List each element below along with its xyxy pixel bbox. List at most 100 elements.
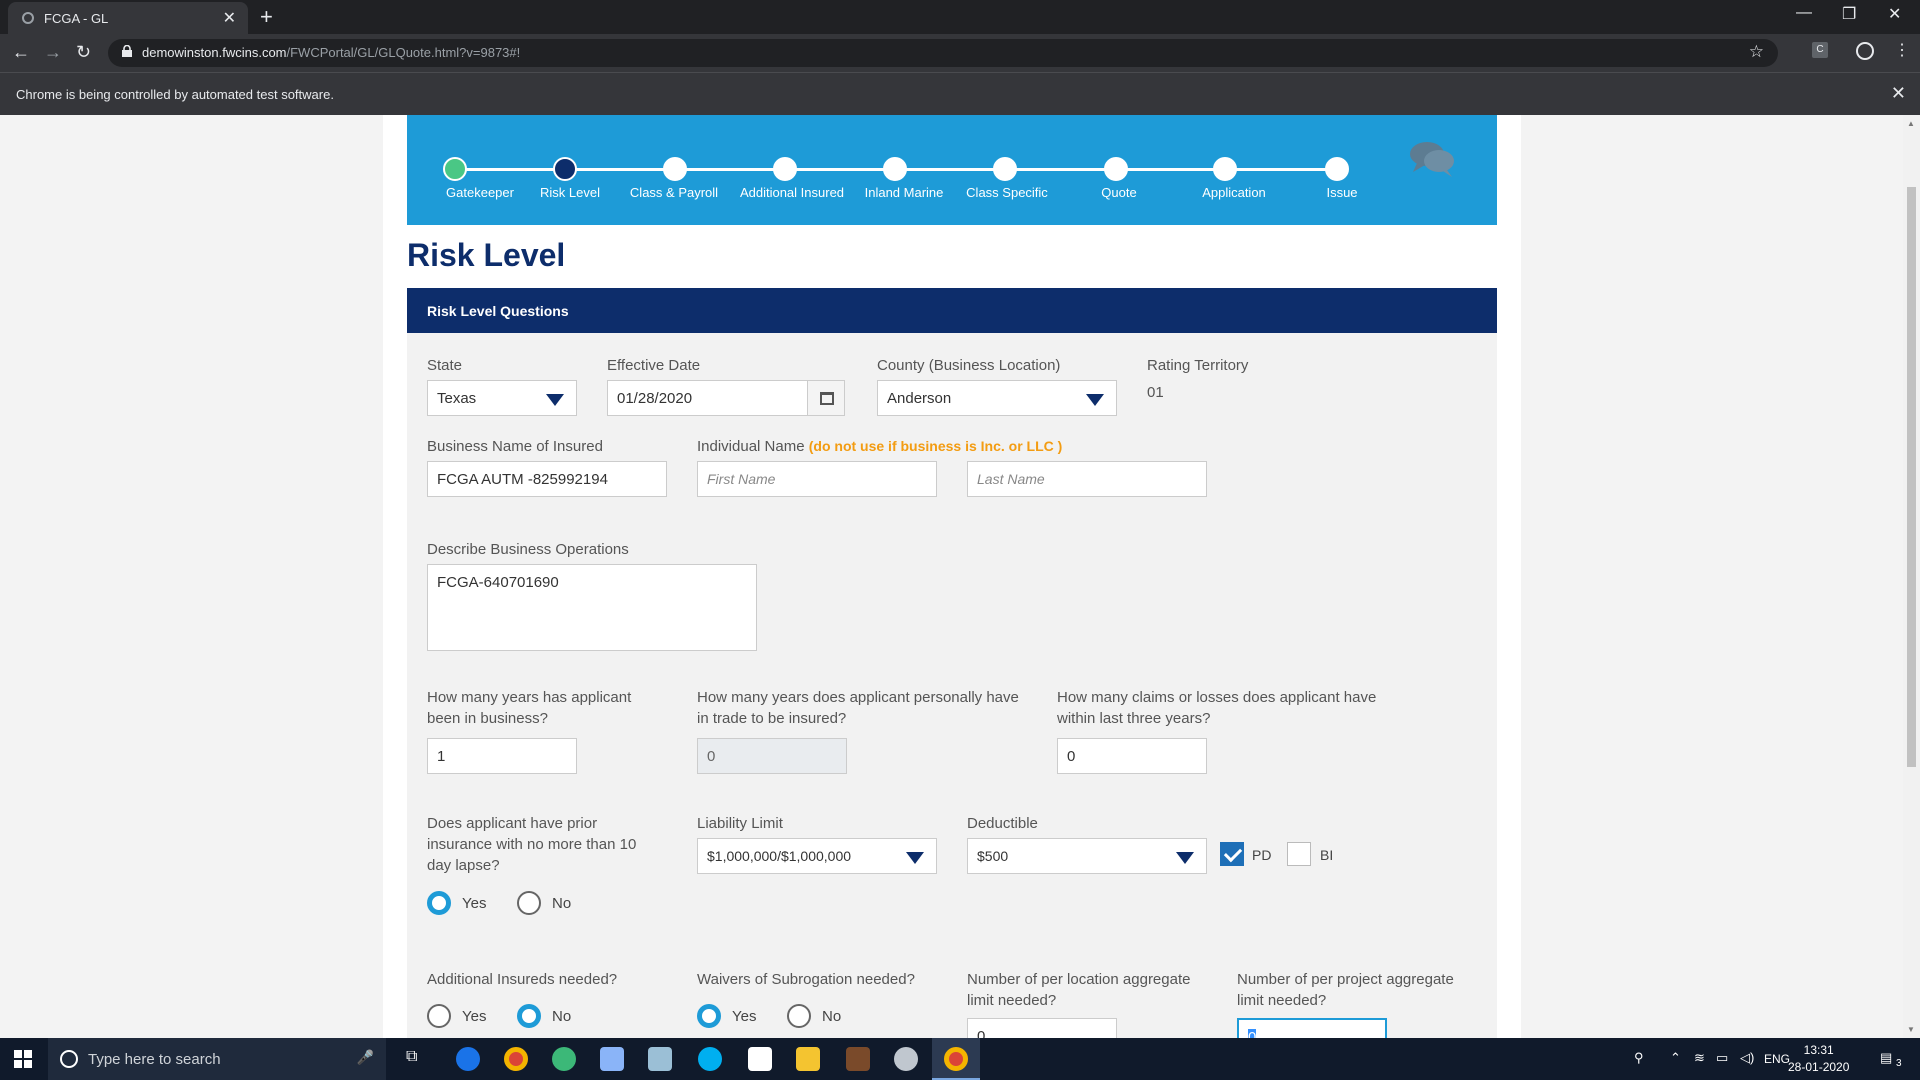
notification-count: 3 xyxy=(1896,1058,1902,1069)
operations-value: FCGA-640701690 xyxy=(437,574,559,591)
liability-limit-select[interactable]: $1,000,000/$1,000,000 xyxy=(697,838,937,874)
step-label-class-specific[interactable]: Class Specific xyxy=(942,185,1072,200)
forward-icon[interactable]: → xyxy=(44,42,62,63)
game-icon[interactable] xyxy=(846,1047,870,1071)
automation-infobar: Chrome is being controlled by automated … xyxy=(0,72,1920,115)
taskbar-search[interactable]: Type here to search 🎤 xyxy=(48,1038,386,1080)
calendar-button[interactable] xyxy=(807,380,845,416)
years-business-input[interactable]: 1 xyxy=(427,738,577,774)
scroll-thumb[interactable] xyxy=(1907,187,1916,767)
step-label-quote[interactable]: Quote xyxy=(1054,185,1184,200)
step-dot-additional-insured[interactable] xyxy=(773,157,797,181)
step-dot-quote[interactable] xyxy=(1104,157,1128,181)
business-name-input[interactable]: FCGA AUTM -825992194 xyxy=(427,461,667,497)
step-dot-class-specific[interactable] xyxy=(993,157,1017,181)
close-tab-icon[interactable]: ✕ xyxy=(223,8,236,28)
chrome-active-icon[interactable] xyxy=(944,1047,968,1071)
effective-date-input[interactable]: 01/28/2020 xyxy=(607,380,809,416)
section-title: Risk Level Questions xyxy=(427,303,569,319)
waivers-no-label[interactable]: No xyxy=(822,1008,841,1025)
deductible-select[interactable]: $500 xyxy=(967,838,1207,874)
waivers-yes-label[interactable]: Yes xyxy=(732,1008,756,1025)
infobar-close-icon[interactable]: ✕ xyxy=(1891,83,1906,104)
scroll-up-icon[interactable]: ▲ xyxy=(1907,119,1915,128)
claims-label: How many claims or losses does applicant… xyxy=(1057,689,1377,727)
photos-icon[interactable] xyxy=(748,1047,772,1071)
tray-chevron-up-icon[interactable]: ⌃ xyxy=(1670,1050,1681,1066)
pd-checkbox[interactable] xyxy=(1220,842,1244,866)
waivers-label: Waivers of Subrogation needed? xyxy=(697,971,915,988)
task-view-icon[interactable]: ⧉ xyxy=(406,1048,417,1066)
step-label-additional-insured[interactable]: Additional Insured xyxy=(727,185,857,200)
new-tab-button[interactable]: + xyxy=(260,4,273,30)
years-trade-input: 0 xyxy=(697,738,847,774)
additional-insureds-no-radio[interactable] xyxy=(517,1004,541,1028)
additional-insureds-yes-label[interactable]: Yes xyxy=(462,1008,486,1025)
back-icon[interactable]: ← xyxy=(12,42,30,63)
step-dot-inland-marine[interactable] xyxy=(883,157,907,181)
restore-icon[interactable]: ❐ xyxy=(1842,4,1856,24)
page-scrollbar[interactable]: ▲ ▼ xyxy=(1903,115,1920,1038)
risk-level-form: State Texas Effective Date 01/28/2020 Co… xyxy=(407,333,1497,1038)
bi-label[interactable]: BI xyxy=(1320,847,1333,863)
business-name-value: FCGA AUTM -825992194 xyxy=(437,471,608,488)
prior-insurance-yes-label[interactable]: Yes xyxy=(462,895,486,912)
notepad-icon[interactable] xyxy=(648,1047,672,1071)
first-name-input[interactable]: First Name xyxy=(697,461,937,497)
last-name-input[interactable]: Last Name xyxy=(967,461,1207,497)
taskbar-clock[interactable]: 13:31 28-01-2020 xyxy=(1788,1042,1849,1076)
reload-icon[interactable]: ↻ xyxy=(76,42,91,63)
menu-kebab-icon[interactable]: ⋮ xyxy=(1894,40,1910,60)
tab-title: FCGA - GL xyxy=(44,11,109,26)
additional-insureds-no-label[interactable]: No xyxy=(552,1008,571,1025)
waivers-no-radio[interactable] xyxy=(787,1004,811,1028)
notifications-icon[interactable]: ▤ xyxy=(1880,1050,1892,1066)
step-dot-risk-level[interactable] xyxy=(553,157,577,181)
steam-icon[interactable] xyxy=(600,1047,624,1071)
network-icon[interactable]: ≋ xyxy=(1694,1050,1705,1066)
per-project-input[interactable]: 0 xyxy=(1237,1018,1387,1038)
step-dot-application[interactable] xyxy=(1213,157,1237,181)
prior-insurance-no-radio[interactable] xyxy=(517,891,541,915)
step-dot-class-payroll[interactable] xyxy=(663,157,687,181)
claims-input[interactable]: 0 xyxy=(1057,738,1207,774)
paint-icon[interactable] xyxy=(894,1047,918,1071)
step-dot-gatekeeper[interactable] xyxy=(443,157,467,181)
scroll-down-icon[interactable]: ▼ xyxy=(1907,1025,1915,1034)
language-indicator[interactable]: ENG xyxy=(1764,1052,1790,1066)
county-select[interactable]: Anderson xyxy=(877,380,1117,416)
step-label-issue[interactable]: Issue xyxy=(1277,185,1407,200)
individual-name-note: (do not use if business is Inc. or LLC ) xyxy=(808,438,1063,454)
extension-icon[interactable]: C xyxy=(1812,42,1828,58)
close-window-icon[interactable]: ✕ xyxy=(1888,4,1901,24)
green-app-icon[interactable] xyxy=(552,1047,576,1071)
per-location-input[interactable]: 0 xyxy=(967,1018,1117,1038)
prior-insurance-yes-radio[interactable] xyxy=(427,891,451,915)
address-bar[interactable]: demowinston.fwcins.com/FWCPortal/GL/GLQu… xyxy=(108,39,1778,67)
additional-insureds-yes-radio[interactable] xyxy=(427,1004,451,1028)
chrome-icon[interactable] xyxy=(504,1047,528,1071)
operations-textarea[interactable]: FCGA-640701690 xyxy=(427,564,757,651)
state-value: Texas xyxy=(437,390,477,407)
state-select[interactable]: Texas xyxy=(427,380,577,416)
step-dot-issue[interactable] xyxy=(1325,157,1349,181)
chat-icon[interactable] xyxy=(1407,139,1457,179)
minimize-icon[interactable]: — xyxy=(1796,4,1812,22)
windows-start-icon[interactable] xyxy=(14,1050,32,1068)
bookmark-star-icon[interactable]: ☆ xyxy=(1749,42,1764,62)
cortana-icon xyxy=(60,1050,78,1068)
people-icon[interactable]: ⚲ xyxy=(1634,1050,1644,1066)
skype-icon[interactable] xyxy=(698,1047,722,1071)
waivers-yes-radio[interactable] xyxy=(697,1004,721,1028)
bi-checkbox[interactable] xyxy=(1287,842,1311,866)
step-label-class-payroll[interactable]: Class & Payroll xyxy=(609,185,739,200)
volume-icon[interactable]: ◁) xyxy=(1740,1050,1754,1066)
microphone-icon[interactable]: 🎤 xyxy=(357,1049,374,1066)
battery-icon[interactable]: ▭ xyxy=(1716,1050,1728,1066)
prior-insurance-no-label[interactable]: No xyxy=(552,895,571,912)
edge-icon[interactable] xyxy=(456,1047,480,1071)
browser-tab[interactable]: FCGA - GL ✕ xyxy=(8,2,248,34)
file-explorer-icon[interactable] xyxy=(796,1047,820,1071)
pd-label[interactable]: PD xyxy=(1252,847,1271,863)
profile-icon[interactable] xyxy=(1856,42,1874,60)
